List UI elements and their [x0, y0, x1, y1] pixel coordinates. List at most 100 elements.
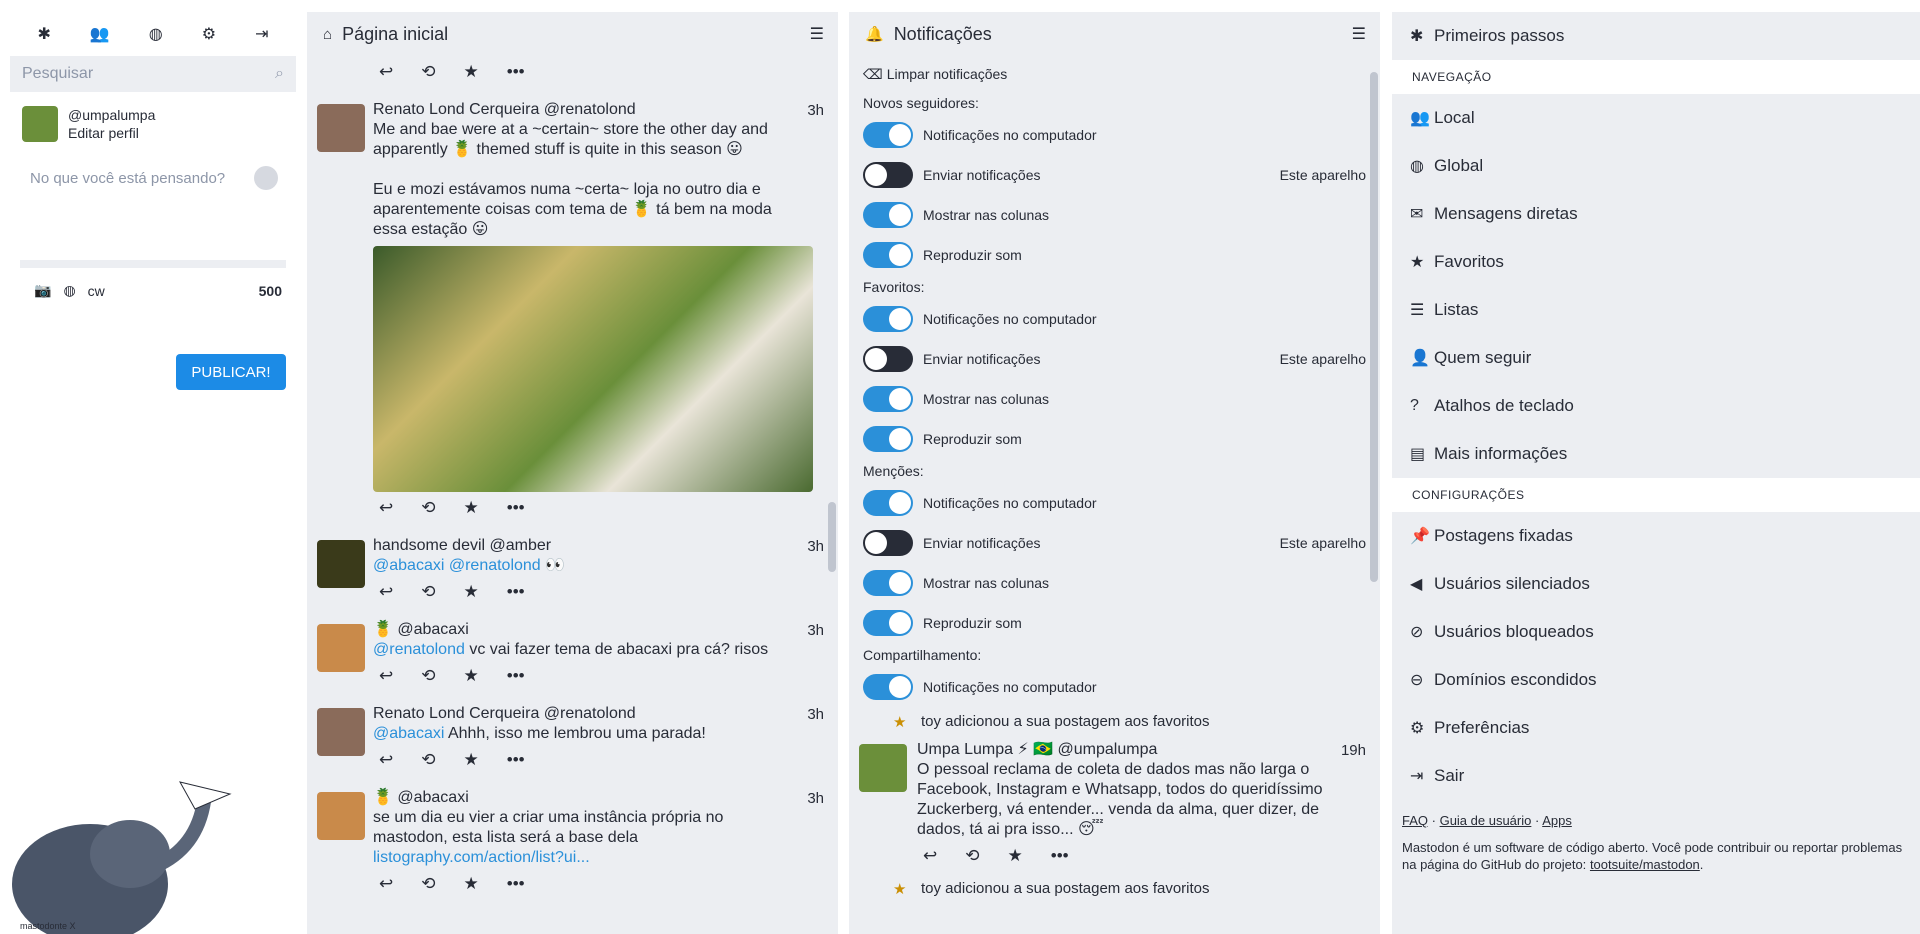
- nav-logout[interactable]: ⇥ Sair: [1392, 752, 1920, 800]
- users-icon[interactable]: 👥: [90, 24, 110, 44]
- camera-icon[interactable]: 📷: [34, 282, 51, 299]
- boost-icon[interactable]: ⟲: [421, 874, 435, 894]
- logout-icon[interactable]: ⇥: [255, 24, 268, 44]
- desktop-toggle[interactable]: [863, 490, 913, 516]
- gear-icon[interactable]: ⚙: [202, 24, 216, 44]
- column-title: Página inicial: [342, 23, 449, 44]
- column-header[interactable]: 🔔 Notificações ☰: [849, 12, 1380, 56]
- star-icon[interactable]: ★: [1008, 846, 1023, 866]
- show-toggle[interactable]: [863, 202, 913, 228]
- nav-more-info[interactable]: ▤ Mais informações: [1392, 430, 1920, 478]
- nav-lists[interactable]: ☰ Listas: [1392, 286, 1920, 334]
- media-attachment[interactable]: [373, 246, 813, 492]
- nav-preferences[interactable]: ⚙ Preferências: [1392, 704, 1920, 752]
- nav-favourites[interactable]: ★ Favoritos: [1392, 238, 1920, 286]
- desktop-toggle[interactable]: [863, 674, 913, 700]
- avatar[interactable]: [317, 792, 365, 840]
- cw-button[interactable]: cw: [88, 283, 105, 299]
- push-toggle[interactable]: [863, 346, 913, 372]
- more-icon[interactable]: •••: [507, 874, 525, 894]
- search-input[interactable]: Pesquisar ⌕: [10, 56, 296, 92]
- nav-blocked[interactable]: ⊘ Usuários bloqueados: [1392, 608, 1920, 656]
- notification[interactable]: ★ toy adicionou a sua postagem aos favor…: [849, 874, 1380, 898]
- boost-icon[interactable]: ⟲: [421, 498, 435, 518]
- avatar[interactable]: [317, 708, 365, 756]
- more-icon[interactable]: •••: [1051, 846, 1069, 866]
- desktop-toggle[interactable]: [863, 306, 913, 332]
- push-toggle[interactable]: [863, 162, 913, 188]
- star-icon[interactable]: ★: [464, 750, 479, 770]
- boost-icon[interactable]: ⟲: [421, 582, 435, 602]
- nav-follow-suggestions[interactable]: 👤 Quem seguir: [1392, 334, 1920, 382]
- profile[interactable]: @umpalumpa Editar perfil: [10, 92, 296, 156]
- boost-icon[interactable]: ⟲: [421, 750, 435, 770]
- more-icon[interactable]: •••: [507, 666, 525, 686]
- boost-icon[interactable]: ⟲: [965, 846, 979, 866]
- star-icon[interactable]: ★: [464, 62, 479, 82]
- status[interactable]: 🍍 @abacaxi 3h se um dia eu vier a criar …: [307, 778, 838, 902]
- repo-link[interactable]: tootsuite/mastodon: [1590, 857, 1700, 872]
- navigation-column: ✱ Primeiros passos NAVEGAÇÃO 👥 Local ◍ Glob…: [1392, 12, 1920, 934]
- reply-icon[interactable]: ↩: [379, 582, 393, 602]
- reply-icon[interactable]: ↩: [379, 750, 393, 770]
- nav-global[interactable]: ◍ Global: [1392, 142, 1920, 190]
- apps-link[interactable]: Apps: [1542, 813, 1572, 828]
- avatar[interactable]: [317, 624, 365, 672]
- boost-icon[interactable]: ⟲: [421, 62, 435, 82]
- nav-domains[interactable]: ⊖ Domínios escondidos: [1392, 656, 1920, 704]
- status[interactable]: 🍍 @abacaxi 3h @renatolond vc vai fazer t…: [307, 610, 838, 694]
- reply-icon[interactable]: ↩: [379, 874, 393, 894]
- status[interactable]: handsome devil @amber 3h @abacaxi @renat…: [307, 526, 838, 610]
- faq-link[interactable]: FAQ: [1402, 813, 1428, 828]
- sound-toggle[interactable]: [863, 242, 913, 268]
- star-icon[interactable]: ★: [464, 498, 479, 518]
- getting-started-link[interactable]: ✱ Primeiros passos: [1392, 12, 1920, 60]
- nav-shortcuts[interactable]: ? Atalhos de teclado: [1392, 382, 1920, 430]
- clear-notifications-button[interactable]: ⌫ Limpar notificações: [863, 56, 1366, 91]
- more-icon[interactable]: •••: [507, 498, 525, 518]
- reply-icon[interactable]: ↩: [379, 498, 393, 518]
- globe-icon[interactable]: ◍: [149, 24, 163, 44]
- avatar[interactable]: [859, 744, 907, 792]
- avatar[interactable]: [317, 540, 365, 588]
- column-settings-icon[interactable]: ☰: [1352, 24, 1366, 44]
- status[interactable]: Renato Lond Cerqueira @renatolond 3h @ab…: [307, 694, 838, 778]
- star-icon[interactable]: ★: [464, 666, 479, 686]
- status-actions: ↩ ⟲ ★ •••: [307, 56, 838, 90]
- more-icon[interactable]: •••: [507, 750, 525, 770]
- reply-icon[interactable]: ↩: [923, 846, 937, 866]
- asterisk-icon[interactable]: ✱: [37, 24, 50, 44]
- nav-muted[interactable]: ◀ Usuários silenciados: [1392, 560, 1920, 608]
- boost-icon[interactable]: ⟲: [421, 666, 435, 686]
- show-toggle[interactable]: [863, 386, 913, 412]
- desktop-toggle[interactable]: [863, 122, 913, 148]
- reply-icon[interactable]: ↩: [379, 666, 393, 686]
- star-icon[interactable]: ★: [464, 582, 479, 602]
- show-toggle[interactable]: [863, 570, 913, 596]
- column-header[interactable]: ⌂ Página inicial ☰: [307, 12, 838, 56]
- sound-toggle[interactable]: [863, 426, 913, 452]
- column-settings-icon[interactable]: ☰: [810, 24, 824, 44]
- emoji-picker-icon[interactable]: [254, 166, 278, 190]
- status[interactable]: Renato Lond Cerqueira @renatolond 3h Me …: [307, 90, 838, 526]
- avatar[interactable]: [22, 106, 58, 142]
- nav-pinned[interactable]: 📌 Postagens fixadas: [1392, 512, 1920, 560]
- push-toggle[interactable]: [863, 530, 913, 556]
- scrollbar[interactable]: [828, 502, 836, 572]
- guide-link[interactable]: Guia de usuário: [1440, 813, 1532, 828]
- reply-icon[interactable]: ↩: [379, 62, 393, 82]
- nav-local[interactable]: 👥 Local: [1392, 94, 1920, 142]
- notification[interactable]: ★ toy adicionou a sua postagem aos favor…: [849, 707, 1380, 731]
- star-icon[interactable]: ★: [464, 874, 479, 894]
- nav-direct[interactable]: ✉ Mensagens diretas: [1392, 190, 1920, 238]
- scrollbar[interactable]: [1370, 72, 1378, 582]
- more-icon[interactable]: •••: [507, 62, 525, 82]
- avatar[interactable]: [317, 104, 365, 152]
- publish-button[interactable]: PUBLICAR!: [176, 354, 286, 390]
- globe-icon[interactable]: ◍: [63, 282, 75, 299]
- edit-profile-link[interactable]: Editar perfil: [68, 124, 155, 142]
- sound-toggle[interactable]: [863, 610, 913, 636]
- more-icon[interactable]: •••: [507, 582, 525, 602]
- compose-textarea[interactable]: No que você está pensando?: [20, 156, 286, 260]
- status[interactable]: Umpa Lumpa ⚡ 🇧🇷 @umpalumpa 19h O pessoal…: [849, 730, 1380, 874]
